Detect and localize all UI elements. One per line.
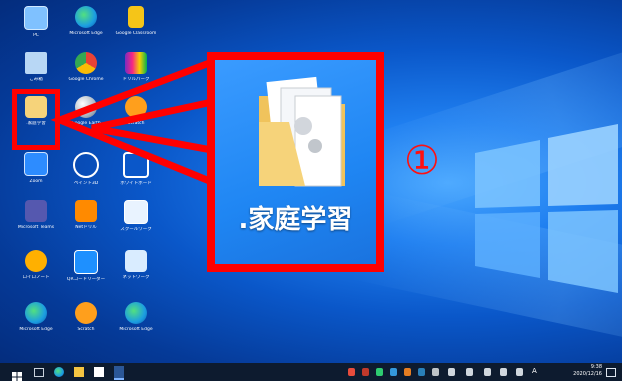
- tray-app-icon[interactable]: [432, 368, 439, 376]
- clock-time: 9:38: [590, 364, 602, 370]
- file-explorer-icon[interactable]: [74, 367, 84, 377]
- notification-icon[interactable]: [606, 368, 616, 377]
- tray-app-icon[interactable]: [362, 368, 369, 376]
- tray-app-icon[interactable]: [404, 368, 411, 376]
- pen-icon[interactable]: [500, 368, 507, 376]
- network-icon[interactable]: [448, 368, 455, 376]
- clock[interactable]: 9:38 2020/12/16: [573, 364, 602, 378]
- task-view-button[interactable]: [34, 368, 44, 377]
- folder-icon: [259, 76, 345, 187]
- tray-app-icon[interactable]: [418, 368, 425, 376]
- taskbar: A 9:38 2020/12/16: [0, 363, 622, 381]
- ime-indicator[interactable]: A: [532, 367, 537, 375]
- zoom-callout: .家庭学習: [207, 52, 384, 272]
- tray-app-icon[interactable]: [348, 368, 355, 376]
- zoom-folder-label: .家庭学習: [238, 205, 353, 235]
- desktop: PC ごみ箱 .家庭学習 Zoom Microsoft Teams ロイロノート…: [0, 0, 622, 381]
- keyboard-icon[interactable]: [516, 368, 523, 376]
- tray-app-icon[interactable]: [390, 368, 397, 376]
- tray-app-icon[interactable]: [376, 368, 383, 376]
- clock-date: 2020/12/16: [573, 371, 602, 377]
- volume-icon[interactable]: [484, 368, 491, 376]
- store-icon[interactable]: [94, 367, 104, 377]
- word-icon[interactable]: [114, 366, 124, 380]
- edge-icon[interactable]: [54, 367, 64, 377]
- start-button[interactable]: [12, 367, 22, 381]
- step-number: ①: [404, 138, 440, 184]
- windows-icon: [12, 372, 22, 381]
- wifi-icon[interactable]: [466, 368, 473, 376]
